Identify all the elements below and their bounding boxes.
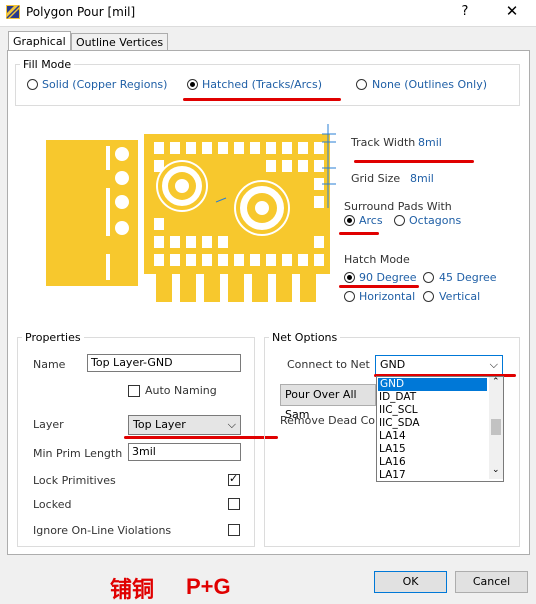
- auto-naming-label: Auto Naming: [145, 384, 217, 397]
- pour-over-select[interactable]: Pour Over All Sam: [280, 384, 376, 421]
- layer-select-value: Top Layer: [133, 418, 186, 431]
- ok-button[interactable]: OK: [374, 571, 447, 593]
- hatch-vertical-radio[interactable]: [423, 291, 434, 302]
- surround-octagons-radio[interactable]: [394, 215, 405, 226]
- title-bar: Polygon Pour [mil] ? ✕: [0, 0, 536, 27]
- min-prim-input[interactable]: 3mil: [128, 443, 241, 461]
- list-item[interactable]: IIC_SCL: [379, 404, 418, 417]
- list-item[interactable]: ID_DAT: [379, 391, 416, 404]
- list-item[interactable]: LA15: [379, 443, 406, 456]
- hatch-45-radio[interactable]: [423, 272, 434, 283]
- ignore-violations-label: Ignore On-Line Violations: [33, 524, 172, 537]
- auto-naming-checkbox[interactable]: [128, 385, 140, 397]
- lock-primitives-checkbox[interactable]: ✓: [228, 472, 240, 486]
- cancel-button[interactable]: Cancel: [455, 571, 528, 593]
- layer-label: Layer: [33, 418, 64, 431]
- net-options-title: Net Options: [269, 331, 341, 344]
- hatch-90-radio[interactable]: [344, 272, 355, 283]
- fill-solid-radio[interactable]: [27, 79, 38, 90]
- fill-none-radio[interactable]: [356, 79, 367, 90]
- remove-dead-copper-label: Remove Dead Cop: [280, 414, 382, 427]
- surround-pads-label: Surround Pads With: [344, 200, 452, 213]
- list-item[interactable]: LA17: [379, 469, 406, 482]
- tab-graphical[interactable]: Graphical: [8, 31, 71, 52]
- scrollbar-thumb[interactable]: [491, 419, 501, 435]
- fill-hatched-label[interactable]: Hatched (Tracks/Arcs): [202, 78, 322, 91]
- annotation-underline: [183, 98, 341, 101]
- connect-to-net-label: Connect to Net: [287, 358, 370, 371]
- annotation-shortcut: P+G: [186, 574, 231, 599]
- grid-size-value[interactable]: 8mil: [410, 172, 434, 185]
- fill-mode-title: Fill Mode: [20, 58, 75, 71]
- hatch-45-label[interactable]: 45 Degree: [439, 271, 497, 284]
- annotation-underline: [124, 436, 278, 439]
- fill-solid-label[interactable]: Solid (Copper Regions): [42, 78, 167, 91]
- list-item[interactable]: IIC_SDA: [379, 417, 420, 430]
- layer-select[interactable]: Top Layer ⌵: [128, 415, 241, 435]
- list-item[interactable]: LA16: [379, 456, 406, 469]
- window-title: Polygon Pour [mil]: [26, 5, 136, 19]
- surround-arcs-label[interactable]: Arcs: [359, 214, 383, 227]
- hatch-vertical-label[interactable]: Vertical: [439, 290, 480, 303]
- list-scrollbar[interactable]: ⌃ ⌄: [489, 377, 503, 479]
- fill-hatched-radio[interactable]: [187, 79, 198, 90]
- surround-arcs-radio[interactable]: [344, 215, 355, 226]
- min-prim-label: Min Prim Length: [33, 447, 123, 460]
- hatch-mode-label: Hatch Mode: [344, 253, 410, 266]
- chevron-down-icon: ⌵: [227, 418, 236, 431]
- surround-octagons-label[interactable]: Octagons: [409, 214, 461, 227]
- tab-outline-vertices[interactable]: Outline Vertices: [71, 33, 169, 51]
- list-item[interactable]: GND: [378, 378, 487, 391]
- name-label: Name: [33, 358, 66, 371]
- connect-net-value: GND: [380, 358, 406, 371]
- properties-title: Properties: [22, 331, 84, 344]
- chevron-down-icon: ⌵: [489, 358, 498, 371]
- tab-outline-vertices-label: Outline Vertices: [76, 36, 164, 49]
- track-width-value[interactable]: 8mil: [418, 136, 442, 149]
- close-button[interactable]: ✕: [500, 2, 524, 24]
- lock-primitives-label: Lock Primitives: [33, 474, 116, 487]
- ignore-violations-checkbox[interactable]: [228, 524, 240, 536]
- grid-size-label: Grid Size: [351, 172, 401, 185]
- name-input[interactable]: Top Layer-GND: [87, 354, 241, 372]
- fill-none-label[interactable]: None (Outlines Only): [372, 78, 487, 91]
- locked-label: Locked: [33, 498, 72, 511]
- list-item[interactable]: LA14: [379, 430, 406, 443]
- annotation-underline: [339, 285, 419, 288]
- locked-checkbox[interactable]: [228, 498, 240, 510]
- checkmark-icon: ✓: [229, 472, 239, 485]
- annotation-underline: [354, 160, 474, 163]
- net-dropdown-list[interactable]: GND ID_DAT IIC_SCL IIC_SDA LA14 LA15 LA1…: [376, 376, 504, 482]
- tab-graphical-label: Graphical: [13, 35, 66, 48]
- help-button[interactable]: ?: [455, 4, 475, 22]
- hatch-horizontal-label[interactable]: Horizontal: [359, 290, 415, 303]
- hatch-90-label[interactable]: 90 Degree: [359, 271, 417, 284]
- hatch-preview-graphic: [46, 124, 336, 302]
- connect-net-select[interactable]: GND ⌵: [375, 355, 503, 375]
- annotation-underline: [339, 232, 379, 235]
- chevron-up-icon[interactable]: ⌃: [492, 377, 500, 387]
- polygon-app-icon: [6, 5, 20, 19]
- annotation-text: 铺铜: [110, 578, 155, 603]
- chevron-down-icon[interactable]: ⌄: [492, 465, 500, 475]
- hatch-horizontal-radio[interactable]: [344, 291, 355, 302]
- track-width-label: Track Width: [351, 136, 416, 149]
